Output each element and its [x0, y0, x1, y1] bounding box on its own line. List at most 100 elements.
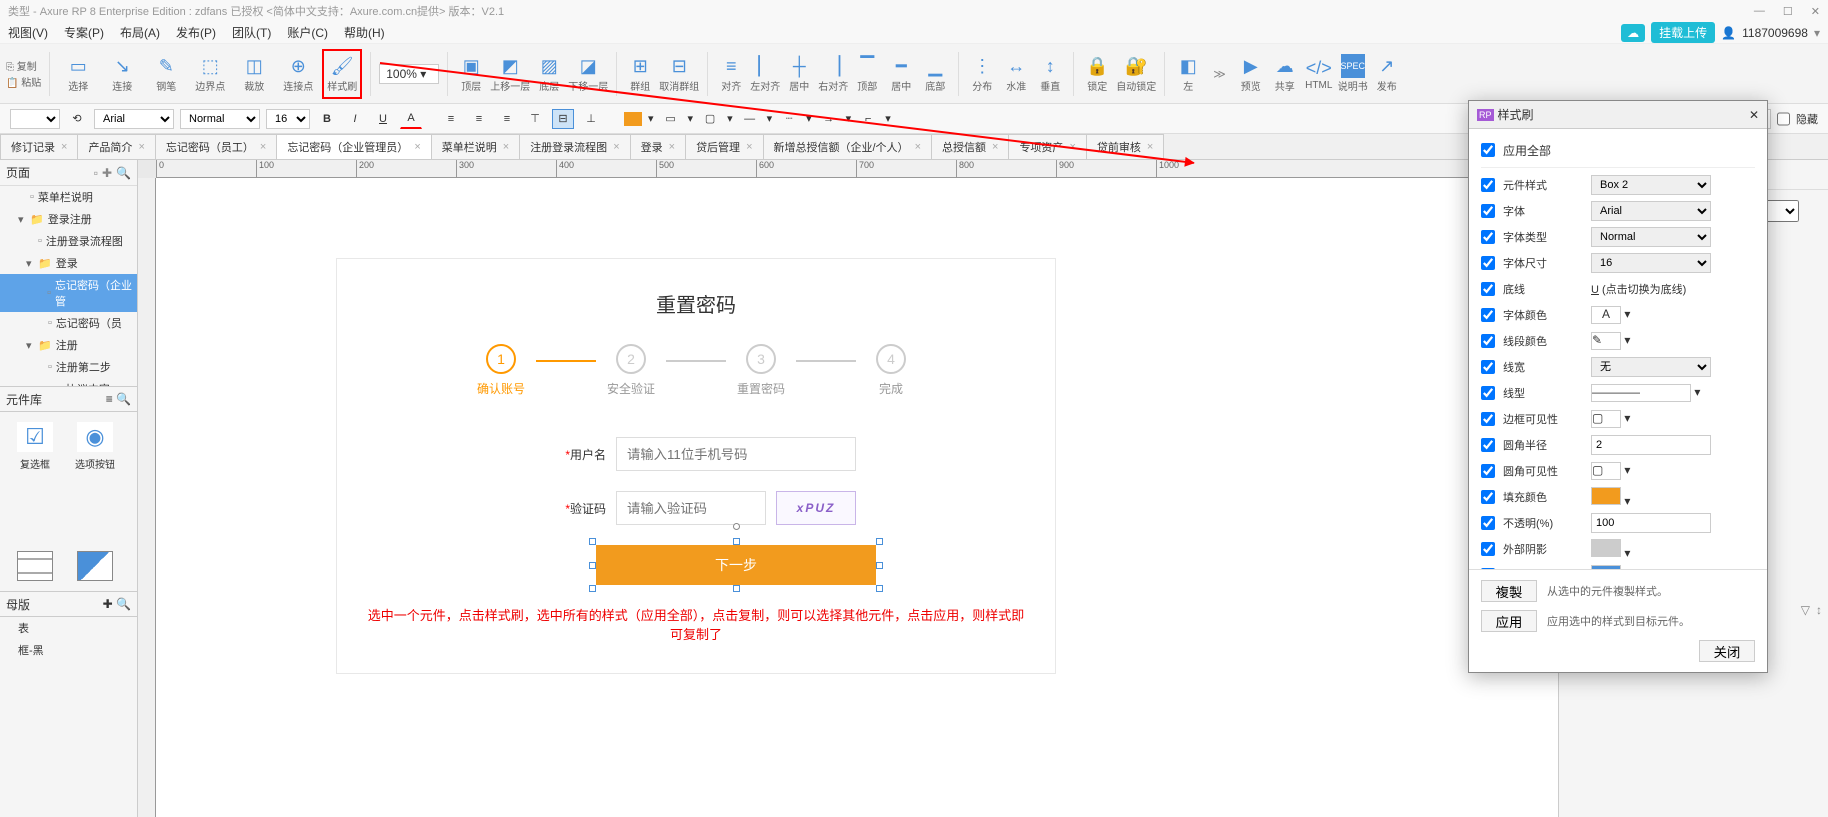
- page-tree-item[interactable]: ▾📁注册: [0, 334, 137, 356]
- page-tree-item[interactable]: ▫忘记密码（员: [0, 312, 137, 334]
- bring-front-button[interactable]: ▣顶层: [456, 49, 486, 99]
- style-row-checkbox[interactable]: [1481, 542, 1495, 556]
- page-tree-item[interactable]: ▫菜单栏说明: [0, 186, 137, 208]
- doc-tab[interactable]: 产品简介×: [77, 134, 155, 159]
- doc-tab[interactable]: 专项资产×: [1008, 134, 1086, 159]
- select-tool[interactable]: ▭选择: [58, 49, 98, 99]
- next-button[interactable]: 下一步: [596, 545, 876, 585]
- valign-top-icon[interactable]: ⊤: [524, 109, 546, 129]
- style-row-checkbox[interactable]: [1481, 360, 1495, 374]
- spec-button[interactable]: SPEC说明书: [1338, 49, 1368, 99]
- tab-close-icon[interactable]: ×: [669, 141, 675, 153]
- vis-picker[interactable]: ▢: [1591, 462, 1621, 480]
- align-top-button[interactable]: ▔顶部: [852, 49, 882, 99]
- font-color-icon[interactable]: A: [400, 109, 422, 129]
- italic-icon[interactable]: I: [344, 109, 366, 129]
- search-icon[interactable]: 🔍: [116, 166, 131, 180]
- linestyle-icon[interactable]: ┈: [778, 109, 800, 129]
- window-maximize-icon[interactable]: ☐: [1783, 5, 1793, 18]
- captcha-image[interactable]: xPUZ: [776, 491, 856, 525]
- style-input[interactable]: [1591, 435, 1711, 455]
- tab-close-icon[interactable]: ×: [414, 141, 420, 153]
- hide-checkbox[interactable]: [1777, 109, 1790, 129]
- master-search-icon[interactable]: 🔍: [116, 597, 131, 611]
- page-tree-item[interactable]: ▫注册登录流程图: [0, 230, 137, 252]
- tab-close-icon[interactable]: ×: [746, 141, 752, 153]
- master-item[interactable]: 框-黑: [0, 639, 137, 661]
- doc-tab[interactable]: 贷后管理×: [685, 134, 763, 159]
- page-tree-item[interactable]: ▫忘记密码（企业管: [0, 274, 137, 312]
- shadow-picker[interactable]: [1591, 539, 1621, 557]
- style-input[interactable]: [1591, 513, 1711, 533]
- menu-item[interactable]: 布局(A): [120, 24, 160, 41]
- distribute-button[interactable]: ⋮分布: [967, 49, 997, 99]
- line-style-picker[interactable]: ————: [1591, 384, 1691, 402]
- group-button[interactable]: ⊞群组: [625, 49, 655, 99]
- page-tree-item[interactable]: ▾📁登录注册: [0, 208, 137, 230]
- tab-close-icon[interactable]: ×: [1147, 141, 1153, 153]
- cloud-icon[interactable]: ☁: [1621, 24, 1645, 42]
- close-dialog-button[interactable]: 关闭: [1699, 640, 1755, 662]
- menu-item[interactable]: 视图(V): [8, 24, 48, 41]
- master-add-icon[interactable]: ✚: [103, 597, 113, 611]
- bold-icon[interactable]: B: [316, 109, 338, 129]
- sort-icon[interactable]: ↕: [1816, 603, 1822, 617]
- size-select[interactable]: 16: [266, 109, 310, 129]
- pen-tool[interactable]: ✎钢笔: [146, 49, 186, 99]
- style-row-checkbox[interactable]: [1481, 204, 1495, 218]
- publish-button[interactable]: ↗发布: [1372, 49, 1402, 99]
- user-id[interactable]: 1187009698: [1742, 26, 1808, 40]
- send-back-button[interactable]: ▨底层: [534, 49, 564, 99]
- zoom-select[interactable]: 100% ▾: [379, 64, 439, 84]
- menu-item[interactable]: 账户(C): [287, 24, 328, 41]
- style-select[interactable]: 无: [1591, 357, 1711, 377]
- dist-vert-button[interactable]: ↕垂直: [1035, 49, 1065, 99]
- style-row-checkbox[interactable]: [1481, 334, 1495, 348]
- style-row-checkbox[interactable]: [1481, 308, 1495, 322]
- paste-button[interactable]: 📋 粘贴: [6, 74, 41, 89]
- connect-tool[interactable]: ↘连接: [102, 49, 142, 99]
- share-button[interactable]: ☁共享: [1270, 49, 1300, 99]
- align-left-button[interactable]: ▏左对齐: [750, 49, 780, 99]
- lib-table[interactable]: [10, 551, 60, 581]
- border-point-tool[interactable]: ⬚边界点: [190, 49, 230, 99]
- preview-button[interactable]: ▶预览: [1236, 49, 1266, 99]
- page-tree-item[interactable]: ▫注册第二步: [0, 356, 137, 378]
- html-button[interactable]: </>HTML: [1304, 49, 1334, 99]
- menu-item[interactable]: 发布(P): [176, 24, 216, 41]
- align-button[interactable]: ≡对齐: [716, 49, 746, 99]
- color-picker[interactable]: A: [1591, 306, 1621, 324]
- autolock-button[interactable]: 🔐自动锁定: [1116, 49, 1156, 99]
- dist-horiz-button[interactable]: ↔水准: [1001, 49, 1031, 99]
- tab-close-icon[interactable]: ×: [138, 141, 144, 153]
- align-right-icon[interactable]: ≡: [496, 109, 518, 129]
- doc-tab[interactable]: 登录×: [630, 134, 686, 159]
- arrow-icon[interactable]: →: [818, 109, 840, 129]
- username-input[interactable]: [616, 437, 856, 471]
- align-right-button[interactable]: ▕右对齐: [818, 49, 848, 99]
- captcha-input[interactable]: [616, 491, 766, 525]
- doc-tab[interactable]: 新增总授信额（企业/个人）×: [763, 134, 933, 159]
- style-select[interactable]: Normal: [1591, 227, 1711, 247]
- lib-checkbox[interactable]: ☑ 复选框: [10, 422, 60, 471]
- dialog-close-icon[interactable]: ✕: [1749, 108, 1759, 122]
- apply-all-checkbox[interactable]: [1481, 143, 1495, 157]
- doc-tab[interactable]: 忘记密码（企业管理员）×: [276, 134, 431, 159]
- lib-menu-icon[interactable]: ≡: [106, 392, 113, 406]
- underline-icon[interactable]: U: [372, 109, 394, 129]
- align-bottom-button[interactable]: ▁底部: [920, 49, 950, 99]
- move-up-button[interactable]: ◩上移一层: [490, 49, 530, 99]
- add-page-icon[interactable]: ▫: [94, 166, 98, 180]
- tab-close-icon[interactable]: ×: [503, 141, 509, 153]
- apply-style-button[interactable]: 应用: [1481, 610, 1537, 632]
- add-folder-icon[interactable]: ✚: [102, 166, 112, 180]
- window-close-icon[interactable]: ✕: [1811, 5, 1820, 18]
- align-center-button[interactable]: ┼居中: [784, 49, 814, 99]
- doc-tab[interactable]: 忘记密码（员工）×: [155, 134, 277, 159]
- more-button[interactable]: ≫: [1207, 67, 1232, 81]
- tab-close-icon[interactable]: ×: [260, 141, 266, 153]
- linewidth-icon[interactable]: —: [739, 109, 761, 129]
- crop-tool[interactable]: ◫裁放: [234, 49, 274, 99]
- lib-search-icon[interactable]: 🔍: [116, 392, 131, 406]
- move-down-button[interactable]: ◪下移一层: [568, 49, 608, 99]
